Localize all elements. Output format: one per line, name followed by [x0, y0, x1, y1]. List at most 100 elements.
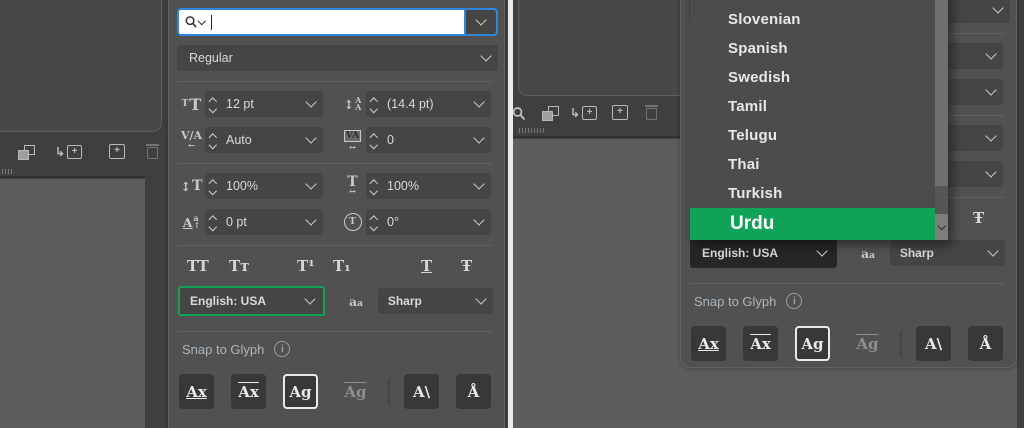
anti-alias-select[interactable]: Sharp — [377, 288, 493, 314]
small-caps-button[interactable]: Tᴛ — [227, 255, 251, 277]
new-group-button[interactable]: ↳ + — [55, 145, 83, 159]
vertical-scale-value[interactable]: 100% — [221, 179, 298, 193]
character-rotation-field[interactable]: 0° — [366, 209, 491, 235]
kerning-value[interactable]: Auto — [221, 133, 298, 147]
chevron-down-icon — [984, 48, 997, 60]
list-item[interactable]: Thai — [690, 150, 948, 179]
language-select[interactable]: English: USA — [690, 238, 837, 268]
tracking-stepper[interactable] — [366, 127, 382, 153]
font-search-input[interactable] — [212, 10, 464, 34]
vertical-scale-dropdown-button[interactable] — [298, 173, 323, 199]
strikethrough-button[interactable]: Ŧ — [971, 207, 986, 229]
kerning-dropdown-button[interactable] — [298, 127, 323, 153]
chevron-down-icon — [472, 96, 485, 108]
plus-box-icon: + — [582, 106, 598, 120]
delete-button[interactable] — [146, 143, 159, 159]
anti-alias-dropdown-button[interactable] — [468, 288, 493, 314]
scroll-down-button[interactable] — [935, 214, 948, 240]
character-rotation-dropdown-button[interactable] — [466, 209, 491, 235]
font-size-stepper[interactable] — [205, 91, 221, 117]
anti-alias-icon: aa — [348, 293, 363, 309]
list-item[interactable]: Telugu — [690, 121, 948, 150]
list-item[interactable]: Tamil — [690, 92, 948, 121]
language-dropdown-button[interactable] — [810, 240, 835, 266]
character-rotation-stepper[interactable] — [366, 209, 382, 235]
snap-to-glyph-label: Snap to Glyph — [182, 341, 265, 357]
leading-field[interactable]: (14.4 pt) — [366, 91, 491, 117]
font-dropdown-button[interactable] — [464, 10, 496, 34]
duplicate-layer-button[interactable] — [18, 145, 35, 160]
snap-glyph-bounds-disabled-button[interactable]: Ag — [338, 374, 373, 409]
snap-baseline-button[interactable]: Ax — [179, 374, 214, 409]
font-size-value[interactable]: 12 pt — [221, 97, 298, 111]
tracking-value[interactable]: 0 — [382, 133, 466, 147]
all-caps-button[interactable]: TT — [185, 255, 211, 277]
trash-icon — [146, 143, 159, 159]
font-style-dropdown-button[interactable] — [473, 45, 498, 71]
leading-value[interactable]: (14.4 pt) — [382, 97, 466, 111]
snap-baseline-button[interactable]: Ax — [691, 326, 726, 361]
baseline-shift-stepper[interactable] — [205, 209, 221, 235]
font-style-select[interactable]: Regular — [177, 45, 498, 71]
strikethrough-button[interactable]: Ŧ — [459, 255, 474, 277]
character-rotation-value[interactable]: 0° — [382, 215, 466, 229]
vertical-scale-stepper[interactable] — [205, 173, 221, 199]
snap-anchor-points-button[interactable]: Å — [456, 374, 491, 409]
tracking-field[interactable]: 0 — [366, 127, 491, 153]
divider — [178, 163, 493, 164]
leading-stepper[interactable] — [366, 91, 382, 117]
language-select[interactable]: English: USA — [178, 286, 325, 316]
anti-alias-select[interactable]: Sharp — [889, 240, 1005, 266]
snap-glyph-bounds-disabled-button[interactable]: Ag — [850, 326, 885, 361]
vertical-scale-field[interactable]: 100% — [205, 173, 323, 199]
horizontal-scale-dropdown-button[interactable] — [466, 173, 491, 199]
subscript-button[interactable]: T₁ — [331, 255, 353, 277]
baseline-shift-field[interactable]: 0 pt — [205, 209, 323, 235]
horizontal-scale-dropdown-button[interactable] — [978, 125, 1003, 151]
kerning-field[interactable]: Auto — [205, 127, 323, 153]
tracking-dropdown-button[interactable] — [466, 127, 491, 153]
snap-xheight-button[interactable]: Ax — [743, 326, 778, 361]
font-search-field[interactable] — [177, 8, 498, 36]
new-item-button[interactable]: + — [612, 105, 628, 120]
tracking-dropdown-button[interactable] — [978, 79, 1003, 105]
delete-button[interactable] — [645, 104, 658, 120]
leading-dropdown-button[interactable] — [978, 43, 1003, 69]
info-icon[interactable]: i — [274, 341, 291, 357]
duplicate-icon — [18, 145, 35, 160]
snap-angular-guides-button[interactable]: A\ — [916, 326, 951, 361]
font-style-dropdown-button[interactable] — [985, 0, 1010, 23]
kerning-stepper[interactable] — [205, 127, 221, 153]
list-item[interactable]: Turkish — [690, 179, 948, 208]
info-icon[interactable]: i — [786, 293, 803, 309]
list-item[interactable]: Spanish — [690, 34, 948, 63]
baseline-shift-value[interactable]: 0 pt — [221, 215, 298, 229]
character-rotation-dropdown-button[interactable] — [978, 161, 1003, 187]
list-item[interactable]: Slovenian — [690, 5, 948, 34]
snap-glyph-bounds-button[interactable]: Ag — [283, 374, 318, 409]
baseline-shift-dropdown-button[interactable] — [298, 209, 323, 235]
new-item-button[interactable]: + — [109, 144, 125, 159]
font-size-dropdown-button[interactable] — [298, 91, 323, 117]
scrollbar[interactable] — [935, 0, 948, 240]
duplicate-layer-button[interactable] — [542, 106, 559, 121]
snap-anchor-points-button[interactable]: Å — [968, 326, 1003, 361]
horizontal-scale-field[interactable]: 100% — [366, 173, 491, 199]
snap-xheight-button[interactable]: Ax — [231, 374, 266, 409]
anti-alias-dropdown-button[interactable] — [980, 240, 1005, 266]
scrollbar-thumb[interactable] — [935, 0, 948, 186]
language-dropdown-button[interactable] — [298, 288, 323, 314]
horizontal-scale-stepper[interactable] — [366, 173, 382, 199]
leading-dropdown-button[interactable] — [466, 91, 491, 117]
list-item[interactable]: Swedish — [690, 63, 948, 92]
search-icon[interactable] — [511, 106, 527, 122]
horizontal-scale-value[interactable]: 100% — [382, 179, 466, 193]
new-group-button[interactable]: ↳ + — [570, 106, 598, 120]
list-item-selected[interactable]: Urdu — [690, 208, 935, 240]
superscript-button[interactable]: T¹ — [295, 255, 317, 277]
snap-angular-guides-button[interactable]: A\ — [404, 374, 439, 409]
chevron-down-icon — [304, 132, 317, 144]
snap-glyph-bounds-button[interactable]: Ag — [795, 326, 830, 361]
font-size-field[interactable]: 12 pt — [205, 91, 323, 117]
underline-button[interactable]: T — [419, 255, 434, 277]
